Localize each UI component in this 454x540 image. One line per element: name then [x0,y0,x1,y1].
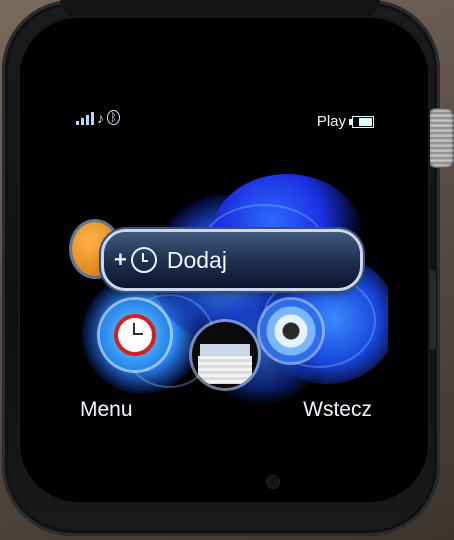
home-button[interactable] [266,475,280,489]
bluetooth-icon: ᛒ [107,110,120,125]
status-icons: ♪ ᛒ [76,110,120,125]
music-note-icon: ♪ [97,110,104,126]
add-alarm-button[interactable]: + Dodaj [104,232,360,288]
battery-icon [349,115,374,128]
alarm-icon[interactable] [100,300,170,370]
calendar-icon[interactable] [192,322,258,388]
crown-button[interactable] [428,108,454,168]
play-status-label: Play [316,113,346,130]
music-icon[interactable] [260,300,322,362]
menu-softkey[interactable]: Menu [80,398,133,422]
watch-screen: ♪ ᛒ Play + Dodaj Menu Wstecz [62,104,388,426]
plus-icon: + [114,247,127,272]
alarm-clock-icon [130,247,157,273]
battery-level [358,117,372,126]
signal-icon [76,111,94,125]
alarm-clock-face [114,314,156,356]
add-label: Dodaj [166,246,227,273]
status-right: Play [317,113,374,130]
back-softkey[interactable]: Wstecz [303,398,372,422]
